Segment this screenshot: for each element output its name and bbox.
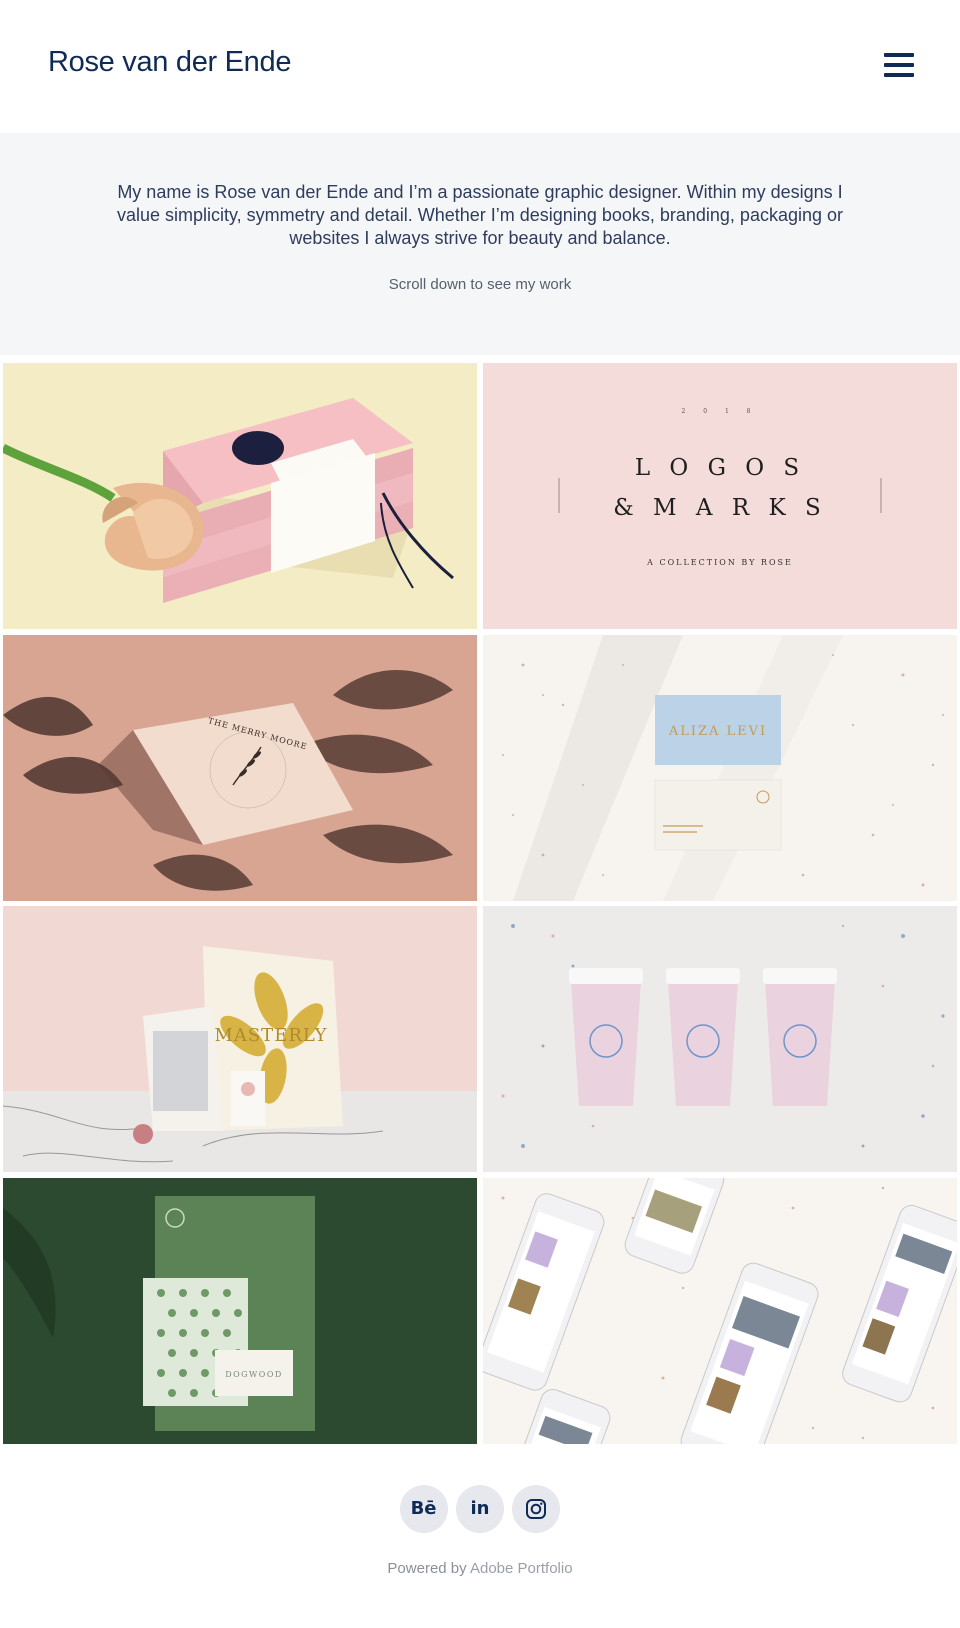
hamburger-menu-icon[interactable] <box>884 52 914 78</box>
adobe-portfolio-link[interactable]: Adobe Portfolio <box>470 1560 573 1577</box>
logos-marks-image: 2 0 1 8 L O G O S & M A R K S A COLLECTI… <box>483 363 957 629</box>
svg-text:2 0 1 8: 2 0 1 8 <box>682 408 759 415</box>
project-tile-coffee-cups[interactable] <box>483 906 957 1172</box>
site-title[interactable]: Rose van der Ende <box>48 46 291 79</box>
powered-by-text: Powered by <box>387 1560 467 1577</box>
project-tile-logos[interactable]: 2 0 1 8 L O G O S & M A R K S A COLLECTI… <box>483 363 957 629</box>
phones-image <box>483 1178 957 1444</box>
coffee-cups-image <box>483 906 957 1172</box>
scroll-hint: Scroll down to see my work <box>388 276 572 293</box>
project-tile-dogwood[interactable]: DOGWOOD <box>3 1178 477 1444</box>
project-gallery: 2 0 1 8 L O G O S & M A R K S A COLLECTI… <box>3 363 958 1446</box>
site-header: Rose van der Ende <box>0 0 960 133</box>
project-tile-phones[interactable] <box>483 1178 957 1444</box>
business-cards-image: ALIZA LEVI <box>483 635 957 901</box>
stationery-image: MASTERLY <box>3 906 477 1172</box>
books-image <box>3 363 477 629</box>
logos-title-line2: & M A R K S <box>613 495 826 521</box>
intro-section: My name is Rose van der Ende and I’m a p… <box>0 133 960 355</box>
instagram-icon <box>526 1499 547 1519</box>
invitation-image: THE MERRY MOORE <box>3 635 477 901</box>
dogwood-image: DOGWOOD <box>3 1178 477 1444</box>
logos-title-line1: L O G O S <box>635 455 805 481</box>
logos-subtitle: A COLLECTION BY ROSE <box>646 558 793 567</box>
behance-icon: Bē <box>410 1498 437 1519</box>
footer: Powered by Adobe Portfolio <box>0 1560 960 1577</box>
intro-text: My name is Rose van der Ende and I’m a p… <box>116 182 843 248</box>
behance-button[interactable]: Bē <box>399 1485 448 1533</box>
dogwood-label: DOGWOOD <box>225 1370 283 1379</box>
stationery-brand: MASTERLY <box>214 1025 327 1046</box>
linkedin-button[interactable]: in <box>456 1485 504 1533</box>
project-tile-business-cards[interactable]: ALIZA LEVI <box>483 635 957 901</box>
instagram-button[interactable] <box>512 1485 561 1533</box>
project-tile-invitation[interactable]: THE MERRY MOORE <box>3 635 477 901</box>
project-tile-books[interactable] <box>3 363 477 629</box>
social-links: Bē in <box>0 1485 960 1533</box>
project-tile-stationery[interactable]: MASTERLY <box>3 906 477 1172</box>
business-card-brand: ALIZA LEVI <box>668 724 767 739</box>
linkedin-icon: in <box>470 1498 490 1519</box>
